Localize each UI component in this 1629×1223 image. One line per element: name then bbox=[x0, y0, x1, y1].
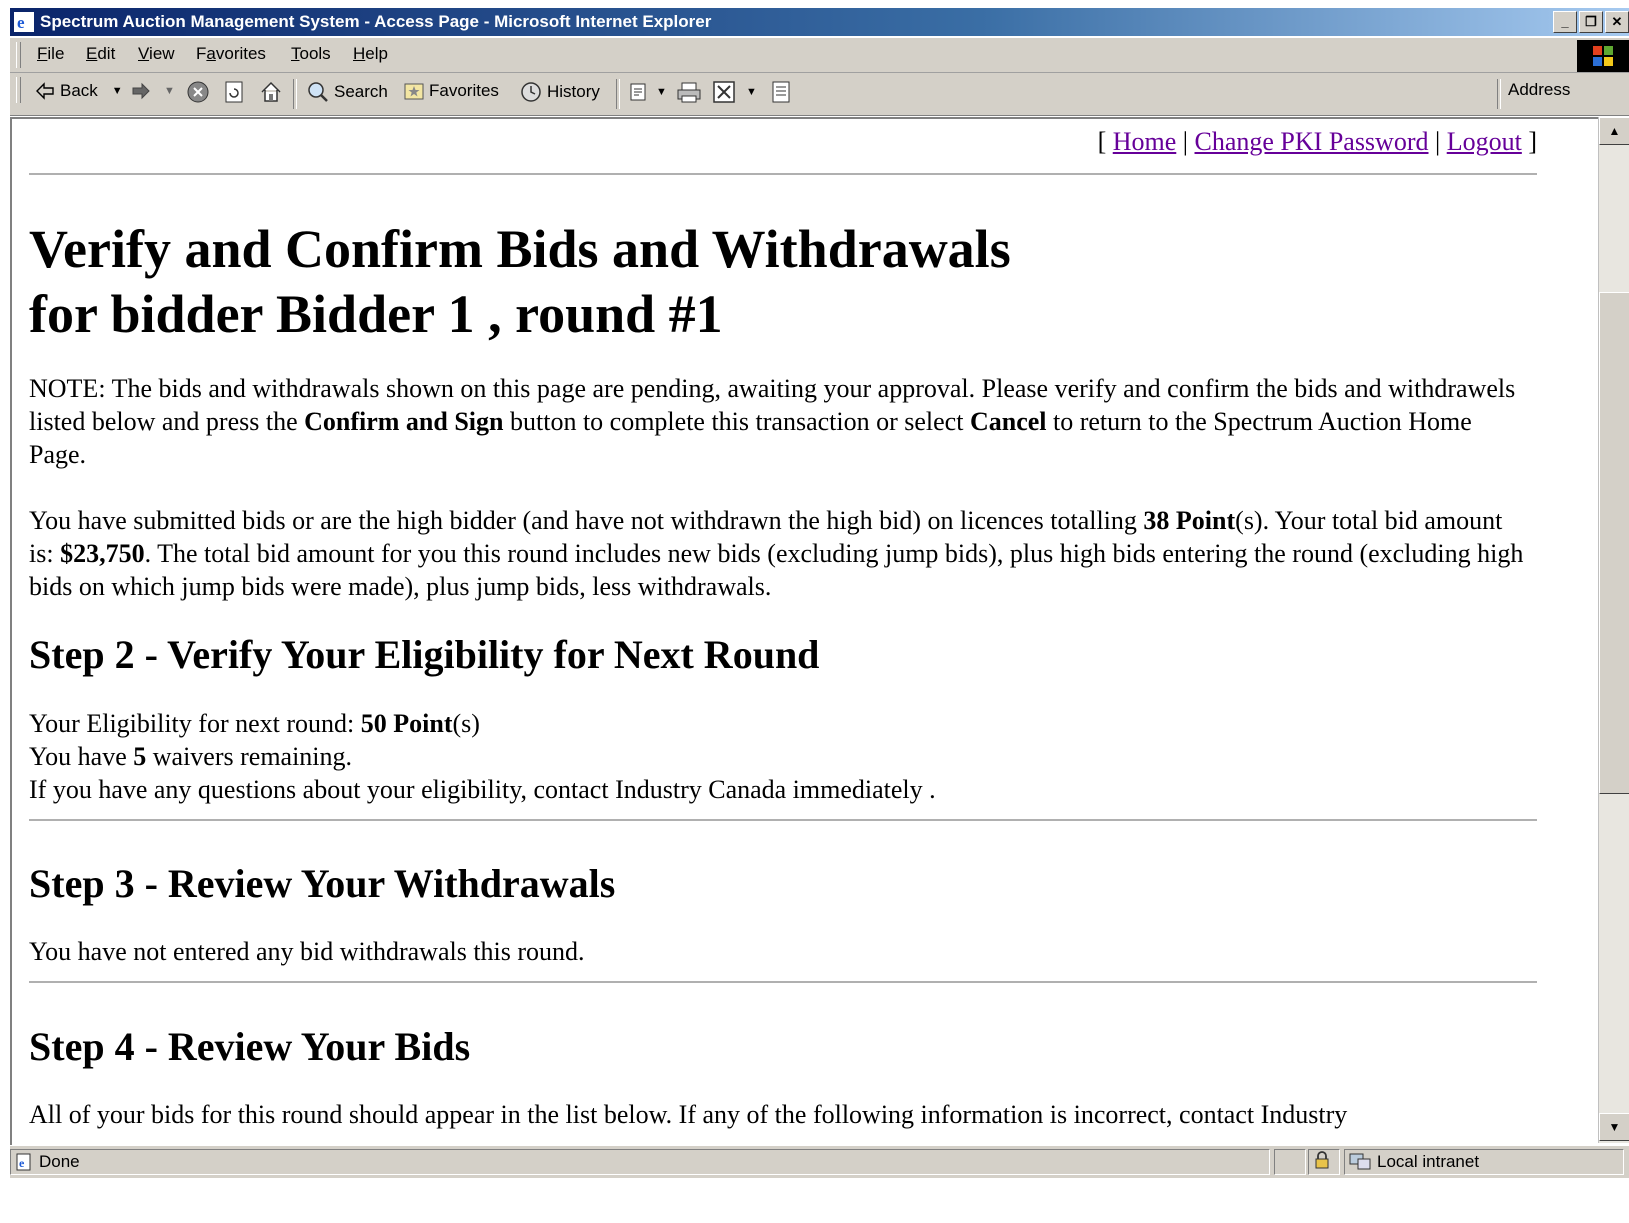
svg-text:e: e bbox=[17, 13, 25, 32]
zone-text: Local intranet bbox=[1377, 1152, 1480, 1171]
top-nav-links: [ Home | Change PKI Password | Logout ] bbox=[1098, 127, 1537, 157]
intranet-icon bbox=[1349, 1153, 1371, 1170]
menu-favorites[interactable]: Favorites bbox=[196, 44, 266, 64]
status-empty-cell bbox=[1274, 1149, 1306, 1175]
page-title-line2: for bidder Bidder 1 , round #1 bbox=[29, 284, 723, 344]
toolbar-separator bbox=[1497, 79, 1501, 109]
back-arrow-icon bbox=[36, 82, 54, 100]
search-label: Search bbox=[334, 82, 388, 101]
forward-arrow-icon bbox=[132, 82, 150, 100]
menu-tools[interactable]: Tools bbox=[291, 44, 331, 64]
refresh-button[interactable] bbox=[223, 80, 245, 104]
zone-cell: Local intranet bbox=[1344, 1149, 1624, 1175]
toolbar-separator bbox=[616, 79, 620, 109]
forward-dropdown-icon[interactable]: ▼ bbox=[164, 85, 175, 97]
favorites-label: Favorites bbox=[429, 81, 499, 100]
home-icon bbox=[261, 81, 281, 102]
step4-heading: Step 4 - Review Your Bids bbox=[29, 1024, 471, 1069]
print-icon bbox=[677, 82, 701, 103]
link-separator: | bbox=[1435, 127, 1441, 156]
waivers-value: 5 bbox=[133, 742, 147, 771]
page-title-line1: Verify and Confirm Bids and Withdrawals bbox=[29, 219, 1011, 279]
logout-link[interactable]: Logout bbox=[1447, 127, 1522, 156]
eligibility-line: Your Eligibility for next round: 50 Poin… bbox=[29, 709, 480, 738]
edit-icon bbox=[713, 81, 735, 103]
withdrawals-text: You have not entered any bid withdrawals… bbox=[29, 937, 585, 966]
back-button[interactable]: Back ▼ bbox=[34, 80, 123, 102]
bracket-open: [ bbox=[1097, 127, 1107, 156]
total-bid-amount: $23,750 bbox=[60, 539, 145, 568]
horizontal-rule bbox=[29, 819, 1537, 821]
vertical-scrollbar[interactable]: ▲ ▼ bbox=[1598, 117, 1629, 1143]
scroll-up-button[interactable]: ▲ bbox=[1599, 117, 1629, 145]
page-icon: e bbox=[16, 1153, 31, 1171]
favorites-button[interactable]: Favorites bbox=[403, 80, 499, 102]
mail-icon bbox=[630, 83, 646, 101]
menubar: File Edit View Favorites Tools Help bbox=[10, 38, 1629, 73]
standard-toolbar: Back ▼ ▼ Search Favorites History ▼ ▼ Ad… bbox=[10, 73, 1629, 116]
refresh-icon bbox=[225, 81, 243, 103]
back-label: Back bbox=[60, 81, 98, 100]
search-button[interactable]: Search bbox=[306, 80, 388, 104]
svg-text:e: e bbox=[19, 1156, 25, 1170]
toolbar-grip bbox=[16, 77, 21, 103]
step3-heading: Step 3 - Review Your Withdrawals bbox=[29, 861, 616, 906]
step2-heading: Step 2 - Verify Your Eligibility for Nex… bbox=[29, 632, 820, 677]
browser-content: [ Home | Change PKI Password | Logout ] … bbox=[10, 117, 1598, 1145]
status-text: Done bbox=[39, 1152, 80, 1171]
menu-help[interactable]: Help bbox=[353, 44, 388, 64]
cancel-text: Cancel bbox=[969, 407, 1047, 436]
window-titlebar: e Spectrum Auction Management System - A… bbox=[10, 8, 1629, 36]
eligibility-questions-line: If you have any questions about your eli… bbox=[29, 775, 936, 804]
restore-button[interactable]: ❐ bbox=[1579, 11, 1603, 33]
discuss-icon bbox=[772, 81, 790, 103]
menu-edit[interactable]: Edit bbox=[86, 44, 115, 64]
change-pki-password-link[interactable]: Change PKI Password bbox=[1195, 127, 1429, 156]
total-points: 38 Point bbox=[1143, 506, 1236, 535]
link-separator: | bbox=[1182, 127, 1188, 156]
note-paragraph: NOTE: The bids and withdrawals shown on … bbox=[29, 374, 1516, 469]
stop-icon bbox=[187, 81, 209, 103]
window-title: Spectrum Auction Management System - Acc… bbox=[40, 12, 712, 31]
stop-button[interactable] bbox=[186, 80, 210, 104]
discuss-button[interactable] bbox=[770, 80, 792, 104]
edit-button[interactable]: ▼ bbox=[712, 80, 757, 104]
toolbar-separator bbox=[293, 79, 297, 109]
lock-icon bbox=[1315, 1151, 1329, 1169]
menu-view[interactable]: View bbox=[138, 44, 175, 64]
horizontal-rule bbox=[29, 981, 1537, 983]
address-label: Address bbox=[1508, 80, 1571, 99]
status-bar: e Done Local intranet bbox=[10, 1145, 1629, 1178]
bid-summary-paragraph: You have submitted bids or are the high … bbox=[29, 506, 1524, 601]
history-icon bbox=[521, 82, 541, 102]
horizontal-rule bbox=[29, 173, 1537, 175]
history-label: History bbox=[547, 82, 600, 101]
waivers-line: You have 5 waivers remaining. bbox=[29, 742, 353, 771]
bids-intro-text: All of your bids for this round should a… bbox=[29, 1100, 1348, 1129]
internet-explorer-icon: e bbox=[14, 12, 34, 32]
home-button[interactable] bbox=[259, 80, 283, 104]
close-button[interactable]: ✕ bbox=[1605, 11, 1629, 33]
favorites-icon bbox=[404, 83, 424, 100]
menubar-grip bbox=[16, 42, 21, 68]
forward-button[interactable]: ▼ bbox=[130, 80, 175, 102]
bracket-close: ] bbox=[1528, 127, 1537, 156]
security-lock-cell bbox=[1308, 1149, 1340, 1175]
scroll-thumb[interactable] bbox=[1599, 292, 1629, 794]
home-link[interactable]: Home bbox=[1113, 127, 1177, 156]
eligibility-value: 50 Point bbox=[360, 709, 453, 738]
scroll-down-button[interactable]: ▼ bbox=[1599, 1113, 1629, 1141]
menu-file[interactable]: File bbox=[37, 44, 64, 64]
mail-dropdown-icon[interactable]: ▼ bbox=[656, 86, 667, 98]
back-dropdown-icon[interactable]: ▼ bbox=[112, 85, 123, 97]
edit-dropdown-icon[interactable]: ▼ bbox=[746, 86, 757, 98]
mail-button[interactable]: ▼ bbox=[628, 80, 667, 104]
search-icon bbox=[308, 82, 328, 102]
windows-logo-icon bbox=[1577, 40, 1629, 72]
minimize-button[interactable]: _ bbox=[1553, 11, 1577, 33]
confirm-and-sign-text: Confirm and Sign bbox=[304, 407, 504, 436]
history-button[interactable]: History bbox=[519, 80, 600, 104]
print-button[interactable] bbox=[676, 80, 702, 104]
status-text-cell: e Done bbox=[10, 1149, 1270, 1175]
